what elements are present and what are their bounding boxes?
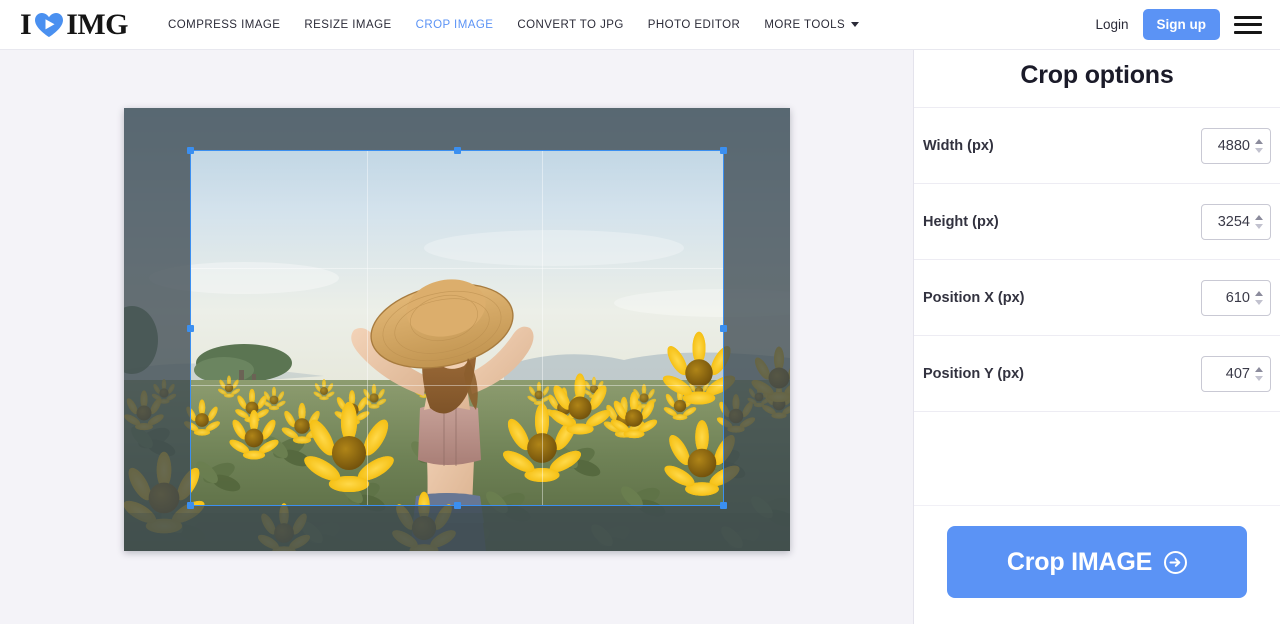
width-field[interactable] <box>1201 127 1271 164</box>
position-y-stepper[interactable] <box>1255 366 1263 381</box>
header-actions: Login Sign up <box>1095 9 1262 40</box>
nav-item-convert-to-jpg[interactable]: CONVERT TO JPG <box>505 13 635 37</box>
nav-item-compress-image[interactable]: COMPRESS IMAGE <box>156 13 292 37</box>
nav-item-more-tools[interactable]: MORE TOOLS <box>752 13 871 37</box>
logo-text-left: I <box>20 7 32 41</box>
chevron-down-icon <box>851 22 860 27</box>
height-input[interactable] <box>1205 204 1253 239</box>
option-row-width: Width (px) <box>914 108 1280 184</box>
crop-handle-middle-left[interactable] <box>187 324 194 332</box>
crop-grid-line-horizontal-1 <box>191 267 723 269</box>
panel-title: Crop options <box>914 50 1280 108</box>
width-stepper-up-icon[interactable] <box>1255 138 1263 144</box>
crop-handle-top-center[interactable] <box>453 147 461 154</box>
crop-image-button-label: Crop IMAGE <box>1006 547 1153 576</box>
width-label: Width (px) <box>923 137 994 154</box>
height-label: Height (px) <box>923 213 999 230</box>
crop-handle-middle-right[interactable] <box>720 324 727 332</box>
position-y-field[interactable] <box>1201 355 1271 392</box>
hamburger-menu-icon[interactable] <box>1234 14 1262 36</box>
height-stepper-up-icon[interactable] <box>1255 214 1263 220</box>
width-stepper-down-icon[interactable] <box>1255 147 1263 153</box>
position-y-input[interactable] <box>1205 356 1253 391</box>
position-x-stepper[interactable] <box>1255 290 1263 305</box>
height-stepper-down-icon[interactable] <box>1255 223 1263 229</box>
position-y-stepper-down-icon[interactable] <box>1255 375 1263 381</box>
nav-item-more-tools-label: MORE TOOLS <box>764 18 846 31</box>
page-root: I IMG COMPRESS IMAGE RESIZE IMAGE CROP I… <box>0 0 1280 624</box>
panel-footer: Crop IMAGE <box>914 505 1280 624</box>
width-input[interactable] <box>1205 128 1253 163</box>
nav-item-crop-image[interactable]: CROP IMAGE <box>404 13 506 37</box>
arrow-right-circle-icon <box>1164 550 1188 574</box>
panel-spacer <box>914 412 1280 505</box>
crop-selection-box[interactable] <box>187 147 727 509</box>
nav-item-resize-image[interactable]: RESIZE IMAGE <box>292 13 403 37</box>
position-x-label: Position X (px) <box>923 289 1025 306</box>
position-x-stepper-down-icon[interactable] <box>1255 299 1263 305</box>
logo-text-right: IMG <box>66 7 129 41</box>
height-field[interactable] <box>1201 203 1271 240</box>
crop-handle-bottom-center[interactable] <box>453 502 461 509</box>
heart-icon <box>34 12 64 38</box>
main-navigation: COMPRESS IMAGE RESIZE IMAGE CROP IMAGE C… <box>156 13 871 37</box>
crop-grid-line-vertical-1 <box>366 151 368 505</box>
position-y-stepper-up-icon[interactable] <box>1255 366 1263 372</box>
login-link[interactable]: Login <box>1095 17 1128 32</box>
width-stepper[interactable] <box>1255 138 1263 153</box>
source-image[interactable] <box>124 108 790 551</box>
position-x-input[interactable] <box>1205 280 1253 315</box>
option-row-position-y: Position Y (px) <box>914 336 1280 412</box>
crop-grid-line-horizontal-2 <box>191 384 723 386</box>
editor-canvas <box>0 50 914 624</box>
crop-handle-bottom-right[interactable] <box>720 502 727 509</box>
crop-handle-top-right[interactable] <box>720 147 727 154</box>
crop-handle-bottom-left[interactable] <box>187 502 194 509</box>
option-row-height: Height (px) <box>914 184 1280 260</box>
option-row-position-x: Position X (px) <box>914 260 1280 336</box>
height-stepper[interactable] <box>1255 214 1263 229</box>
nav-item-photo-editor[interactable]: PHOTO EDITOR <box>636 13 753 37</box>
crop-grid-line-vertical-2 <box>542 151 544 505</box>
crop-handle-top-left[interactable] <box>187 147 194 154</box>
crop-image-button[interactable]: Crop IMAGE <box>947 526 1247 598</box>
position-y-label: Position Y (px) <box>923 365 1024 382</box>
position-x-stepper-up-icon[interactable] <box>1255 290 1263 296</box>
logo[interactable]: I IMG <box>20 7 129 42</box>
site-header: I IMG COMPRESS IMAGE RESIZE IMAGE CROP I… <box>0 0 1280 50</box>
crop-options-panel: Crop options Width (px) Height (px) <box>914 50 1280 624</box>
signup-button[interactable]: Sign up <box>1142 9 1220 40</box>
position-x-field[interactable] <box>1201 279 1271 316</box>
